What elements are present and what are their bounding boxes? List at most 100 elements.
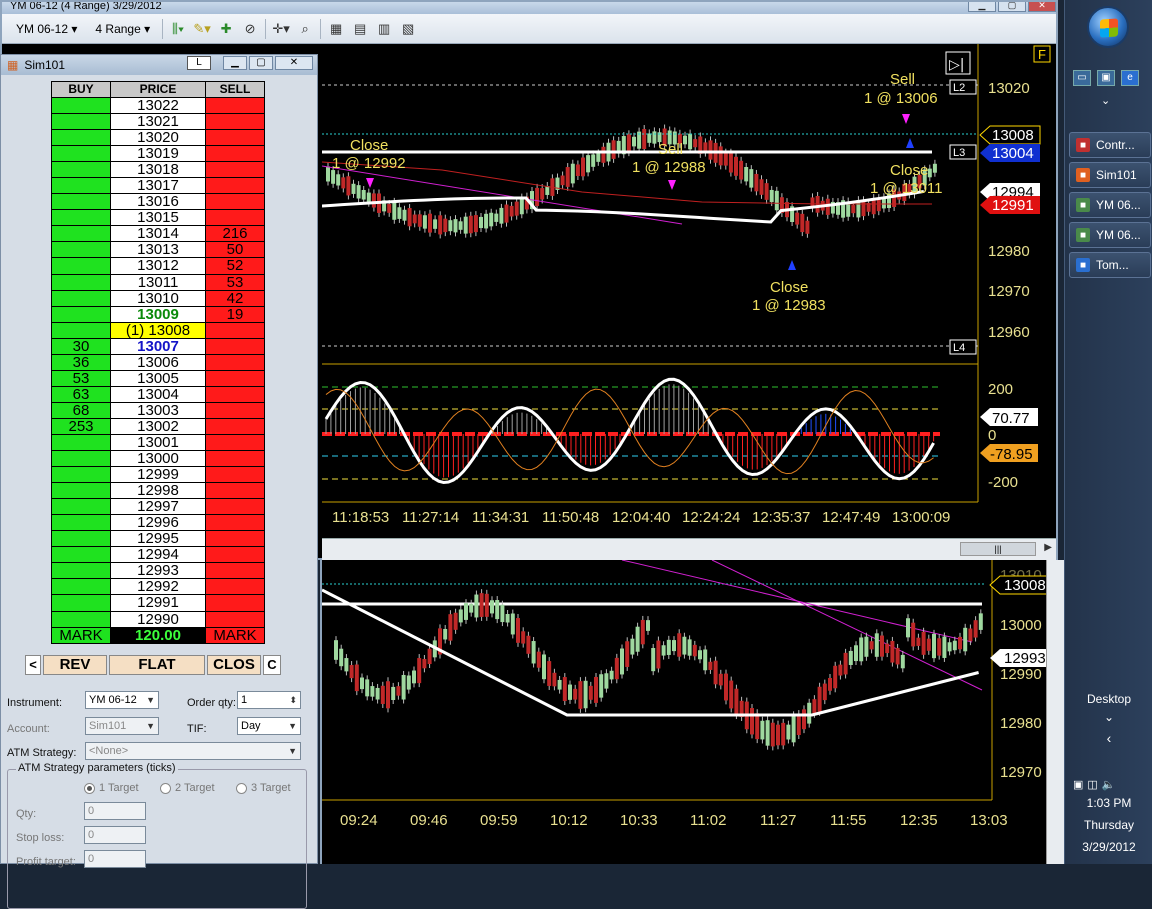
order-qty-stepper[interactable]: 1 ⬍: [237, 691, 301, 709]
target-1-radio[interactable]: 1 Target: [84, 782, 139, 794]
buy-cell[interactable]: [51, 209, 111, 227]
profit-target-stepper[interactable]: 0: [84, 850, 146, 868]
sell-cell[interactable]: 50: [205, 241, 265, 259]
buy-cell[interactable]: [51, 161, 111, 179]
taskbar-item[interactable]: ■ YM 06...: [1069, 192, 1151, 218]
buy-cell[interactable]: [51, 129, 111, 147]
qty-stepper[interactable]: 0: [84, 802, 146, 820]
sell-cell[interactable]: [205, 498, 265, 516]
sell-cell[interactable]: [205, 433, 265, 452]
maximize-button[interactable]: ▢: [998, 2, 1026, 12]
instrument-select[interactable]: YM 06-12 ▼: [85, 691, 159, 709]
sell-cell[interactable]: [205, 129, 265, 147]
lock-button[interactable]: L: [187, 56, 211, 70]
desktop-label[interactable]: Desktop: [1065, 692, 1152, 706]
start-button[interactable]: [1087, 6, 1129, 48]
zoom-icon[interactable]: ⌕: [296, 20, 314, 38]
buy-cell[interactable]: [51, 257, 111, 275]
pencil-icon[interactable]: ✎▾: [193, 20, 211, 38]
account-select[interactable]: Sim101 ▼: [85, 717, 159, 735]
reverse-button[interactable]: REV: [43, 655, 107, 675]
strategy-icon[interactable]: ⊘: [241, 20, 259, 38]
buy-cell[interactable]: 36: [51, 353, 111, 371]
sell-cell[interactable]: [205, 353, 265, 371]
clock-day[interactable]: Thursday: [1065, 818, 1152, 832]
sell-cell[interactable]: [205, 514, 265, 532]
buy-mark-cell[interactable]: MARK: [51, 626, 111, 644]
volume-icon[interactable]: 🔈: [1102, 778, 1116, 791]
buy-cell[interactable]: [51, 289, 111, 307]
buy-cell[interactable]: [51, 241, 111, 259]
price-chart-panel-bottom[interactable]: 13010 13000 12990 12980 12970 13008 1299…: [321, 559, 1049, 864]
sell-cell[interactable]: [205, 177, 265, 195]
chevron-down-icon[interactable]: ⌄: [1065, 710, 1152, 724]
scroll-right-icon[interactable]: ▶: [1044, 542, 1052, 553]
buy-cell[interactable]: [51, 305, 111, 323]
f-button[interactable]: F: [1038, 47, 1046, 62]
buy-cell[interactable]: 253: [51, 417, 111, 435]
buy-cell[interactable]: [51, 433, 111, 452]
buy-cell[interactable]: [51, 321, 111, 339]
sell-cell[interactable]: [205, 96, 265, 115]
scroll-left-button[interactable]: <: [25, 655, 41, 675]
tray-icon[interactable]: ▣: [1073, 778, 1083, 791]
buy-cell[interactable]: [51, 273, 111, 291]
template-icon[interactable]: ▥: [375, 20, 393, 38]
ie-icon[interactable]: e: [1121, 70, 1139, 86]
sell-cell[interactable]: [205, 145, 265, 163]
spinner-icon[interactable]: ⬍: [289, 692, 297, 708]
sell-mark-cell[interactable]: MARK: [205, 626, 265, 644]
sell-cell[interactable]: [205, 530, 265, 548]
buy-cell[interactable]: [51, 466, 111, 484]
network-icon[interactable]: ◫: [1087, 778, 1097, 791]
sell-cell[interactable]: [205, 417, 265, 435]
go-to-end-icon[interactable]: ▷|: [949, 57, 964, 73]
sell-cell[interactable]: [205, 209, 265, 227]
sell-cell[interactable]: [205, 321, 265, 339]
sell-cell[interactable]: [205, 562, 265, 580]
chart-properties-icon[interactable]: ▤: [351, 20, 369, 38]
bar-style-icon[interactable]: ⫼▾: [169, 20, 187, 38]
buy-cell[interactable]: 53: [51, 369, 111, 387]
minimize-button[interactable]: ▁: [223, 56, 247, 70]
show-desktop-icon[interactable]: ▭: [1073, 70, 1091, 86]
chevron-left-icon[interactable]: ‹: [1065, 730, 1152, 746]
crosshair-icon[interactable]: ✛▾: [272, 20, 290, 38]
clock-date[interactable]: 3/29/2012: [1065, 840, 1152, 854]
stop-loss-stepper[interactable]: 0: [84, 826, 146, 844]
sell-cell[interactable]: [205, 193, 265, 211]
bar-type-selector[interactable]: 4 Range ▾: [89, 20, 156, 38]
buy-cell[interactable]: [51, 145, 111, 163]
sell-cell[interactable]: [205, 482, 265, 500]
add-indicator-icon[interactable]: ✚: [217, 20, 235, 38]
buy-cell[interactable]: [51, 177, 111, 195]
taskbar-item[interactable]: ■ Tom...: [1069, 252, 1151, 278]
instrument-selector[interactable]: YM 06-12 ▾: [10, 20, 83, 38]
buy-cell[interactable]: [51, 482, 111, 500]
buy-cell[interactable]: [51, 530, 111, 548]
window-switch-icon[interactable]: ▣: [1097, 70, 1115, 86]
taskbar-item[interactable]: ■ YM 06...: [1069, 222, 1151, 248]
taskbar-item[interactable]: ■ Contr...: [1069, 132, 1151, 158]
buy-cell[interactable]: [51, 578, 111, 596]
sell-cell[interactable]: [205, 161, 265, 179]
sell-cell[interactable]: [205, 610, 265, 628]
buy-cell[interactable]: [51, 225, 111, 243]
close-button[interactable]: ✕: [1028, 2, 1056, 12]
buy-cell[interactable]: [51, 594, 111, 612]
buy-cell[interactable]: [51, 450, 111, 468]
c-button[interactable]: C: [263, 655, 281, 675]
buy-cell[interactable]: [51, 610, 111, 628]
sell-cell[interactable]: [205, 450, 265, 468]
vertical-scrollbar[interactable]: [1046, 560, 1064, 864]
data-box-icon[interactable]: ▦: [327, 20, 345, 38]
sell-cell[interactable]: 19: [205, 305, 265, 323]
sell-cell[interactable]: 53: [205, 273, 265, 291]
minimize-button[interactable]: ▁: [968, 2, 996, 12]
sell-cell[interactable]: 42: [205, 289, 265, 307]
maximize-button[interactable]: ▢: [249, 56, 273, 70]
sell-cell[interactable]: 52: [205, 257, 265, 275]
sell-cell[interactable]: [205, 113, 265, 131]
close-button[interactable]: ✕: [275, 56, 313, 70]
buy-cell[interactable]: [51, 113, 111, 131]
